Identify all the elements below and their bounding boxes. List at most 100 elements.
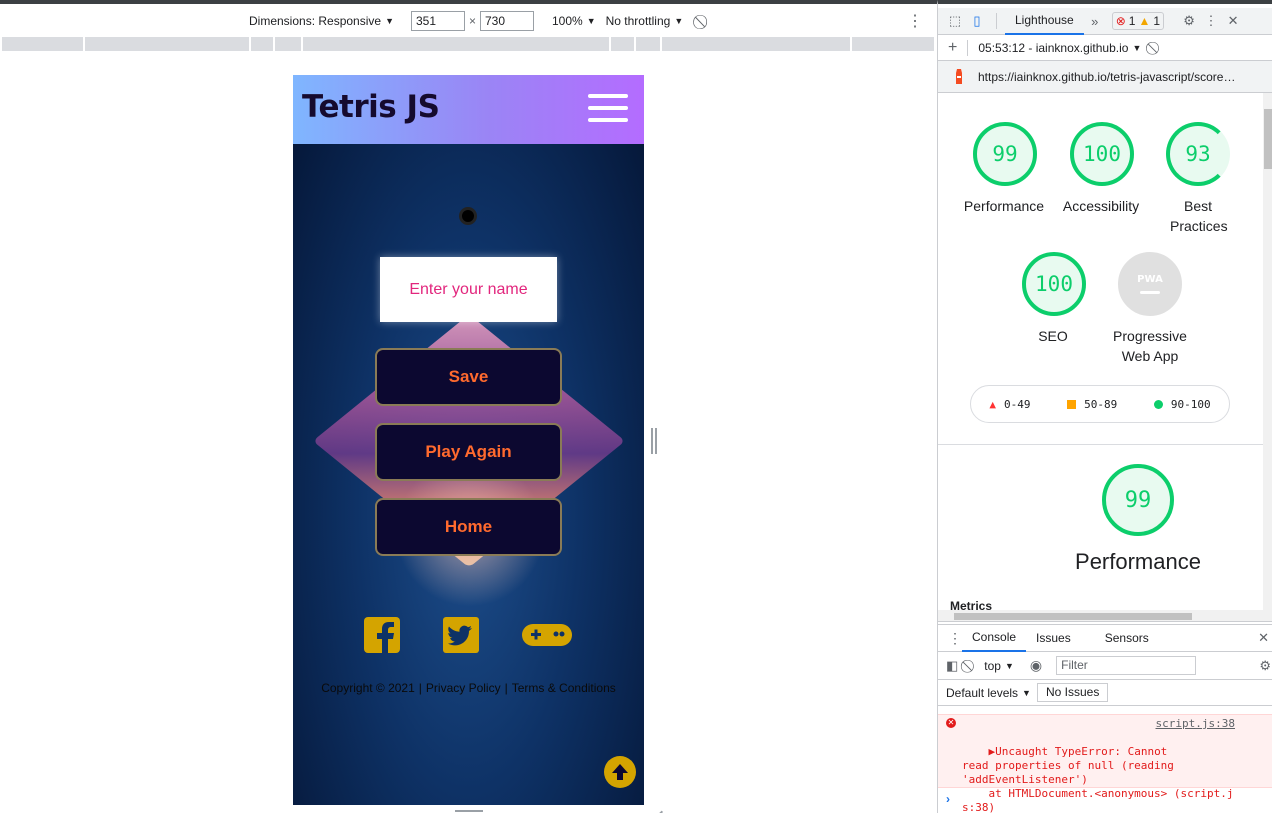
device-emulation-pane: Dimensions: Responsive ▼ 351 × 730 100% … xyxy=(0,0,937,813)
legend-high: 90-100 xyxy=(1170,397,1211,411)
zoom-dropdown[interactable]: 100% ▼ xyxy=(552,14,596,28)
score-dot xyxy=(459,207,477,225)
report-select[interactable]: 05:53:12 - iainknox.github.io ▼ xyxy=(978,41,1141,55)
lighthouse-toolbar: + 05:53:12 - iainknox.github.io ▼ ⃠ xyxy=(938,35,1272,61)
triangle-icon: ▲ xyxy=(989,397,996,411)
pwa-gauge[interactable]: PWA xyxy=(1118,252,1182,316)
footer-links: Copyright © 2021 | Privacy Policy | Terms & … xyxy=(293,681,644,695)
eye-icon[interactable]: ◉ xyxy=(1030,657,1042,674)
gamepad-icon[interactable] xyxy=(521,617,573,653)
corner-resize-handle[interactable] xyxy=(648,804,664,813)
close-drawer-icon[interactable]: ✕ xyxy=(1258,630,1269,646)
pwa-label: Progressive Web App xyxy=(1113,328,1187,364)
arrow-up-icon xyxy=(612,764,628,780)
error-source-link[interactable]: script.js:38 xyxy=(1156,717,1235,731)
dimensions-label: Dimensions: Responsive xyxy=(249,14,382,28)
height-input[interactable]: 730 xyxy=(480,11,534,31)
warning-count: 1 xyxy=(1153,14,1161,28)
tab-issues[interactable]: Issues xyxy=(1026,624,1081,652)
accessibility-gauge[interactable]: 100 xyxy=(1070,122,1134,186)
play-again-button[interactable]: Play Again xyxy=(375,423,562,481)
right-resize-handle[interactable] xyxy=(651,428,657,454)
throttle-dropdown[interactable]: No throttling ▼ xyxy=(606,14,684,28)
report-scroll-thumb[interactable] xyxy=(1264,109,1272,169)
score-legend: ▲ 0-49 50-89 90-100 xyxy=(970,385,1230,423)
best-practices-label: Best Practices xyxy=(1170,198,1228,234)
issues-badge[interactable]: ⊗ 1 ▲ 1 xyxy=(1111,12,1165,30)
chevron-down-icon: ▼ xyxy=(1004,660,1014,671)
terms-link[interactable]: Terms & Conditions xyxy=(512,681,616,695)
more-options-icon[interactable]: ⋮ xyxy=(1200,10,1222,32)
legend-low: 0-49 xyxy=(1003,397,1031,411)
throttle-label: No throttling xyxy=(605,14,671,28)
report-url[interactable]: https://iainknox.github.io/tetris-javasc… xyxy=(978,70,1235,84)
media-query-bar[interactable] xyxy=(2,37,934,51)
seo-gauge[interactable]: 100 xyxy=(1022,252,1086,316)
bottom-resize-handle[interactable] xyxy=(455,810,483,812)
console-toolbar: ◧ ⃠ top ▼ ◉ Filter ⚙ xyxy=(938,652,1272,680)
device-toolbar: Dimensions: Responsive ▼ 351 × 730 100% … xyxy=(0,8,937,34)
performance-heading: Performance xyxy=(1075,549,1201,574)
tab-lighthouse[interactable]: Lighthouse xyxy=(1005,8,1084,35)
report-url-bar: https://iainknox.github.io/tetris-javasc… xyxy=(938,61,1272,93)
console-prompt-icon[interactable]: › xyxy=(946,792,950,806)
report-time: 05:53:12 - iainknox.github.io xyxy=(978,40,1129,55)
performance-gauge[interactable]: 99 xyxy=(973,122,1037,186)
tab-issues-label: Issues xyxy=(1036,631,1071,645)
filter-input[interactable]: Filter xyxy=(1056,656,1197,675)
warning-icon: ▲ xyxy=(1138,14,1151,28)
twitter-icon[interactable] xyxy=(443,617,479,653)
settings-gear-icon[interactable]: ⚙ xyxy=(1178,10,1200,32)
legend-mid: 50-89 xyxy=(1084,397,1118,411)
close-icon[interactable]: ✕ xyxy=(1222,10,1244,32)
privacy-policy-link[interactable]: Privacy Policy xyxy=(426,681,501,695)
console-error-message[interactable]: ✕ ▶Uncaught TypeError: Cannot read prope… xyxy=(938,714,1272,813)
inspect-element-icon[interactable]: ⬚ xyxy=(944,10,966,32)
facebook-icon[interactable] xyxy=(364,617,400,653)
context-label: top xyxy=(984,658,1001,673)
scroll-to-top-button[interactable] xyxy=(604,756,636,788)
tab-console[interactable]: Console xyxy=(962,624,1027,652)
context-select[interactable]: top ▼ xyxy=(984,659,1014,673)
chevron-down-icon: ▼ xyxy=(385,16,394,26)
metrics-heading: Metrics xyxy=(950,599,993,610)
name-input[interactable]: Enter your name xyxy=(380,257,557,322)
report-vertical-scrollbar[interactable] xyxy=(1263,93,1272,610)
dimensions-dropdown[interactable]: Dimensions: Responsive ▼ xyxy=(249,14,394,28)
footer-separator: | xyxy=(418,681,422,695)
hamburger-menu-icon[interactable] xyxy=(588,94,628,124)
chevron-down-icon: ▼ xyxy=(1022,687,1031,698)
no-issues-button[interactable]: No Issues xyxy=(1036,683,1109,702)
times-sign: × xyxy=(468,14,476,28)
sidebar-toggle-icon[interactable]: ◧ xyxy=(946,658,958,674)
lighthouse-report: 99 Performance 100 Accessibility 93 Best… xyxy=(938,93,1263,610)
width-input[interactable]: 351 xyxy=(410,11,465,31)
footer-separator: | xyxy=(504,681,508,695)
save-button[interactable]: Save xyxy=(375,348,562,406)
levels-label: Default levels xyxy=(946,685,1019,700)
best-practices-gauge[interactable]: 93 xyxy=(1166,122,1230,186)
site-logo[interactable]: Tetris JS xyxy=(302,89,440,125)
seo-label: SEO xyxy=(1038,328,1068,344)
home-button[interactable]: Home xyxy=(375,498,562,556)
levels-dropdown[interactable]: Default levels ▼ xyxy=(946,686,1031,700)
chevron-down-icon: ▼ xyxy=(1132,42,1142,53)
error-icon: ✕ xyxy=(946,718,956,728)
devtools-tab-bar: ⬚ ▯ Lighthouse » ⊗ 1 ▲ 1 ⚙ ⋮ ✕ xyxy=(938,8,1272,35)
chevron-down-icon: ▼ xyxy=(586,16,596,26)
tab-sensors[interactable]: Sensors xyxy=(1095,624,1159,652)
console-settings-gear-icon[interactable]: ⚙ xyxy=(1259,658,1271,674)
copyright-text: Copyright © 2021 xyxy=(321,681,415,695)
drawer-tab-bar: ⋮ Console Issues Sensors ✕ xyxy=(938,624,1272,652)
new-report-icon[interactable]: + xyxy=(948,39,957,57)
more-tabs-icon[interactable]: » xyxy=(1084,10,1106,32)
drawer-menu-icon[interactable]: ⋮ xyxy=(948,630,962,647)
zoom-label: 100% xyxy=(552,14,583,28)
console-levels-row: Default levels ▼ No Issues xyxy=(938,680,1272,706)
device-toolbar-icon[interactable]: ▯ xyxy=(966,10,988,32)
lighthouse-icon xyxy=(956,68,962,84)
more-options-icon[interactable]: ⋮ xyxy=(907,11,923,31)
error-count: 1 xyxy=(1128,14,1136,28)
error-icon: ⊗ xyxy=(1115,14,1126,28)
report-hscroll-thumb[interactable] xyxy=(954,613,1192,620)
